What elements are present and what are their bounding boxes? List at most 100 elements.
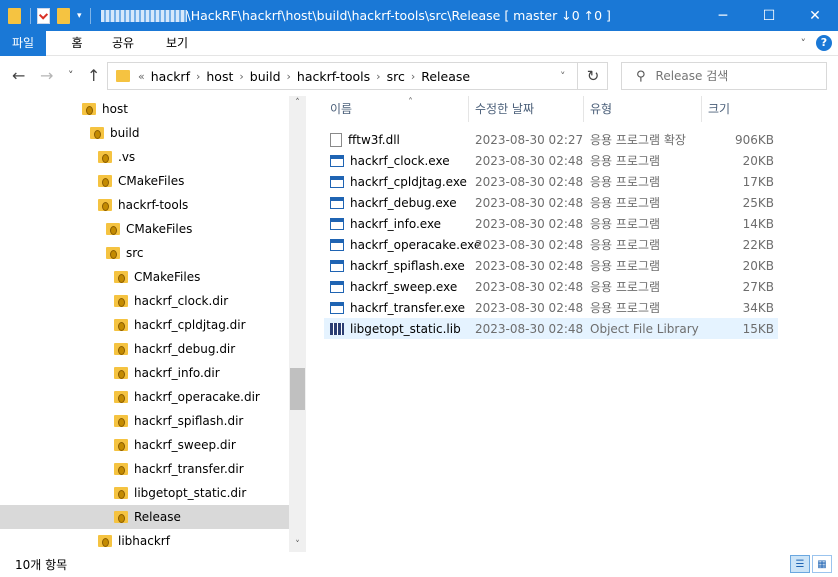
file-row[interactable]: hackrf_sweep.exe 2023-08-30 02:48 응용 프로그램 2…: [324, 276, 778, 297]
forward-button[interactable]: →: [40, 66, 53, 85]
up-button[interactable]: ↑: [87, 66, 100, 85]
column-header-type[interactable]: 유형: [584, 96, 702, 122]
file-row[interactable]: hackrf_operacake.exe 2023-08-30 02:48 응용 프…: [324, 234, 778, 255]
tab-view[interactable]: 보기: [157, 31, 197, 56]
search-box[interactable]: ⚲: [621, 62, 827, 90]
tree-item-label: hackrf_transfer.dir: [134, 462, 244, 476]
tree-item[interactable]: hackrf_debug.dir: [0, 337, 289, 361]
folder-icon: [114, 343, 128, 355]
breadcrumb-hackrf-tools[interactable]: hackrf-tools: [297, 69, 370, 84]
tab-home[interactable]: 홈: [60, 31, 94, 56]
new-folder-icon[interactable]: [57, 7, 70, 24]
file-row[interactable]: hackrf_spiflash.exe 2023-08-30 02:48 응용 프로…: [324, 255, 778, 276]
tree-item[interactable]: hackrf_info.dir: [0, 361, 289, 385]
tree-item-label: hackrf_info.dir: [134, 366, 220, 380]
tree-item-label: hackrf-tools: [118, 198, 189, 212]
tree-item[interactable]: host: [0, 97, 289, 121]
tree-item-label: hackrf_cpldjtag.dir: [134, 318, 246, 332]
file-size: 20KB: [742, 258, 774, 273]
tree-item[interactable]: libhackrf: [0, 529, 289, 552]
back-button[interactable]: ←: [12, 66, 25, 85]
breadcrumb-src[interactable]: src: [387, 69, 405, 84]
maximize-button[interactable]: ☐: [746, 0, 792, 31]
breadcrumb-host[interactable]: host: [206, 69, 233, 84]
breadcrumb-separator-icon[interactable]: ›: [376, 70, 380, 83]
tree-item[interactable]: .vs: [0, 145, 289, 169]
address-history-chevron-icon[interactable]: ˅: [560, 70, 566, 83]
customize-toolbar-chevron-icon[interactable]: ▾: [77, 11, 82, 21]
folder-icon: [116, 70, 130, 82]
breadcrumb-separator-icon[interactable]: ›: [287, 70, 291, 83]
file-name: hackrf_transfer.exe: [350, 300, 466, 315]
breadcrumb-separator-icon[interactable]: ›: [239, 70, 243, 83]
scrollbar-thumb[interactable]: [290, 368, 305, 410]
tree-item[interactable]: build: [0, 121, 289, 145]
large-icons-view-button[interactable]: ▦: [812, 555, 832, 573]
file-size: 25KB: [742, 195, 774, 210]
breadcrumb-release[interactable]: Release: [421, 69, 470, 84]
tree-item[interactable]: hackrf_spiflash.dir: [0, 409, 289, 433]
tree-item[interactable]: hackrf_operacake.dir: [0, 385, 289, 409]
breadcrumb-hackrf[interactable]: hackrf: [151, 69, 190, 84]
breadcrumb-separator-icon[interactable]: ›: [196, 70, 200, 83]
file-row[interactable]: libgetopt_static.lib 2023-08-30 02:48 Obje…: [324, 318, 778, 339]
scroll-down-arrow-icon[interactable]: ˅: [289, 540, 306, 550]
column-header-size[interactable]: 크기: [702, 96, 778, 122]
file-type: 응용 프로그램 확장: [590, 133, 686, 147]
file-size: 14KB: [742, 216, 774, 231]
tab-file[interactable]: 파일: [0, 31, 46, 56]
file-row[interactable]: hackrf_cpldjtag.exe 2023-08-30 02:48 응용 프로…: [324, 171, 778, 192]
close-button[interactable]: ✕: [792, 0, 838, 31]
search-input[interactable]: [655, 69, 816, 83]
address-bar[interactable]: « hackrf › host › build › hackrf-tools ›…: [107, 62, 608, 90]
folder-icon: [114, 271, 128, 283]
minimize-button[interactable]: ─: [700, 0, 746, 31]
navigation-pane-scrollbar[interactable]: ˄ ˅: [289, 96, 306, 552]
file-size: 22KB: [742, 237, 774, 252]
expand-ribbon-chevron-icon[interactable]: ˅: [801, 37, 807, 50]
scroll-up-arrow-icon[interactable]: ˄: [289, 98, 306, 108]
file-row[interactable]: hackrf_transfer.exe 2023-08-30 02:48 응용 프로…: [324, 297, 778, 318]
folder-icon: [98, 175, 112, 187]
tree-item[interactable]: CMakeFiles: [0, 217, 289, 241]
tree-item[interactable]: hackrf_sweep.dir: [0, 433, 289, 457]
breadcrumb-overflow[interactable]: «: [138, 70, 145, 83]
file-name: libgetopt_static.lib: [350, 321, 461, 336]
file-name: hackrf_info.exe: [350, 216, 442, 231]
file-row[interactable]: hackrf_debug.exe 2023-08-30 02:48 응용 프로그램 2…: [324, 192, 778, 213]
tree-item[interactable]: src: [0, 241, 289, 265]
column-header-date[interactable]: 수정한 날짜: [469, 96, 584, 122]
toolbar-divider: [30, 7, 31, 24]
folder-icon: [82, 103, 96, 115]
file-date: 2023-08-30 02:48: [475, 195, 584, 210]
exe-file-icon: [330, 175, 344, 188]
file-size: 27KB: [742, 279, 774, 294]
file-row[interactable]: hackrf_clock.exe 2023-08-30 02:48 응용 프로그램 2…: [324, 150, 778, 171]
tree-item[interactable]: hackrf_cpldjtag.dir: [0, 313, 289, 337]
quick-access-toolbar: ▾: [0, 0, 97, 31]
tree-item-label: hackrf_debug.dir: [134, 342, 236, 356]
breadcrumb-separator-icon[interactable]: ›: [411, 70, 415, 83]
lib-file-icon: [330, 322, 344, 335]
details-view-button[interactable]: ☰: [790, 555, 810, 573]
refresh-button[interactable]: ↻: [577, 62, 608, 90]
folder-icon: [90, 127, 104, 139]
tree-item[interactable]: hackrf_clock.dir: [0, 289, 289, 313]
tree-item[interactable]: hackrf_transfer.dir: [0, 457, 289, 481]
tab-share[interactable]: 공유: [103, 31, 143, 56]
file-row[interactable]: fftw3f.dll 2023-08-30 02:27 응용 프로그램 확장 906K…: [324, 129, 778, 150]
file-row[interactable]: hackrf_info.exe 2023-08-30 02:48 응용 프로그램 14…: [324, 213, 778, 234]
file-size: 34KB: [742, 300, 774, 315]
tree-item[interactable]: hackrf-tools: [0, 193, 289, 217]
tree-item[interactable]: CMakeFiles: [0, 265, 289, 289]
help-icon[interactable]: ?: [816, 35, 832, 51]
recent-locations-chevron-icon[interactable]: ˅: [68, 69, 74, 82]
status-bar: 10개 항목: [0, 552, 838, 577]
properties-icon[interactable]: [37, 7, 50, 24]
file-size: 906KB: [734, 132, 774, 147]
breadcrumb-build[interactable]: build: [250, 69, 281, 84]
tree-item[interactable]: CMakeFiles: [0, 169, 289, 193]
tree-item[interactable]: libgetopt_static.dir: [0, 481, 289, 505]
tree-item[interactable]: Release: [0, 505, 289, 529]
column-header-name[interactable]: 이름 ˄: [324, 96, 469, 122]
